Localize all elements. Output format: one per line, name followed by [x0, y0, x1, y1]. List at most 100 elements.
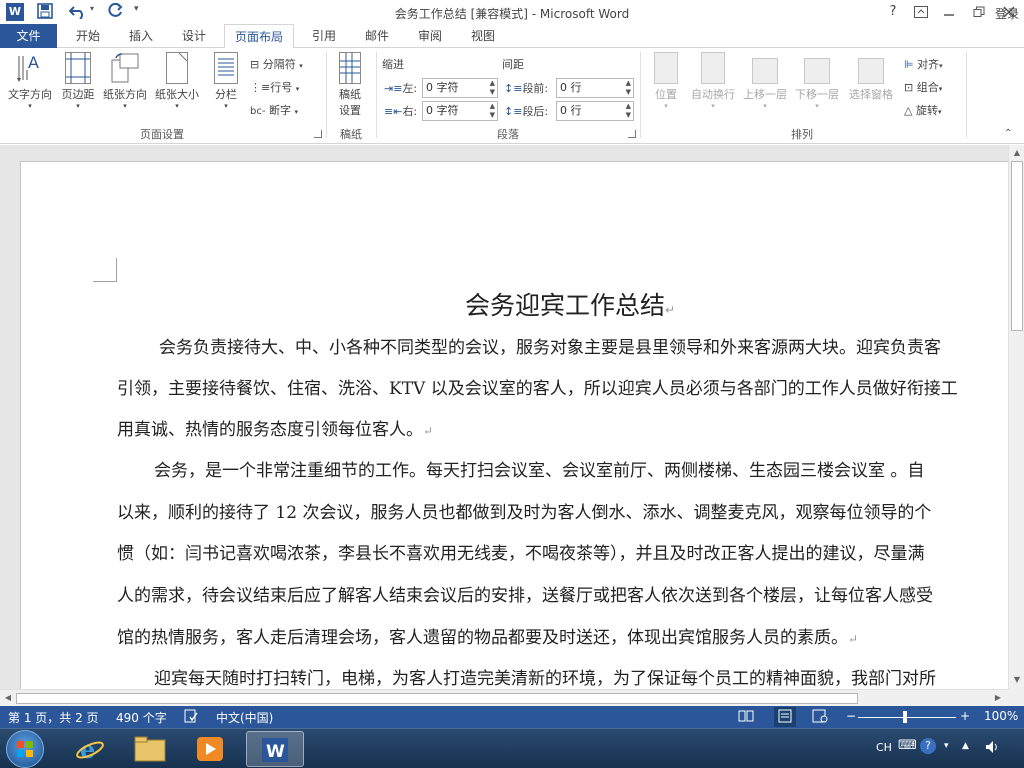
file-explorer-icon[interactable] — [122, 731, 178, 767]
minimize-icon[interactable] — [936, 2, 962, 22]
media-player-icon[interactable] — [182, 731, 238, 767]
spinner-icon[interactable]: ▲ ▼ — [490, 102, 495, 120]
position-button[interactable]: 位置 ▾ — [646, 52, 686, 110]
send-backward-button[interactable]: 下移一层 ▾ — [792, 52, 842, 110]
spinner-icon[interactable]: ▲ ▼ — [626, 102, 631, 120]
document-line[interactable]: 用真诚、热情的服务态度引领每位客人。↵ — [117, 415, 433, 440]
margin-corner-mark — [93, 258, 117, 282]
restore-icon[interactable] — [966, 2, 992, 22]
selection-pane-button[interactable]: 选择窗格 — [846, 52, 896, 102]
document-line[interactable]: 迎宾每天随时打扫转门，电梯，为客人打造完美清新的环境，为了保证每个员工的精神面貌… — [154, 664, 936, 689]
web-layout-icon[interactable] — [812, 709, 828, 726]
hyphenation-button[interactable]: bc- 断字 ▾ — [250, 102, 298, 118]
page-size-icon — [166, 52, 188, 84]
tab-insert[interactable]: 插入 — [119, 24, 163, 48]
orientation-button[interactable]: 纸张方向 ▾ — [100, 52, 150, 110]
spacing-before-input[interactable]: 0 行 ▲ ▼ — [556, 78, 634, 98]
horizontal-scroll-thumb[interactable] — [16, 693, 858, 704]
selection-pane-label: 选择窗格 — [849, 88, 893, 101]
internet-explorer-icon[interactable]: e — [62, 731, 118, 767]
zoom-level[interactable]: 100% — [984, 709, 1018, 723]
scroll-up-icon[interactable]: ▲ — [1009, 145, 1024, 161]
document-line[interactable]: 会务，是一个非常注重细节的工作。每天打扫会议室、会议室前厅、两侧楼梯、生态园三楼… — [154, 456, 924, 481]
input-language[interactable]: CH — [876, 741, 892, 754]
align-button[interactable]: ⊫ 对齐▾ — [904, 56, 943, 72]
text-direction-button[interactable]: A 文字方向 ▾ — [4, 52, 56, 110]
indent-left-input[interactable]: 0 字符 ▲ ▼ — [422, 78, 498, 98]
bring-forward-button[interactable]: 上移一层 ▾ — [740, 52, 790, 110]
spinner-icon[interactable]: ▲ ▼ — [626, 79, 631, 97]
vertical-scrollbar[interactable]: ▲ ▼ — [1008, 145, 1024, 689]
group-label-page-setup: 页面设置 — [140, 128, 184, 141]
group-label-paragraph: 段落 — [497, 128, 519, 141]
text-direction-label: 文字方向 — [8, 88, 52, 101]
indent-right-input[interactable]: 0 字符 ▲ ▼ — [422, 101, 498, 121]
start-button-icon[interactable] — [6, 730, 44, 768]
tab-review[interactable]: 审阅 — [408, 24, 452, 48]
group-button[interactable]: ⊡ 组合▾ — [904, 79, 942, 95]
zoom-out-icon[interactable]: − — [846, 709, 856, 723]
columns-button[interactable]: 分栏 ▾ — [206, 52, 246, 110]
breaks-button[interactable]: ⊟ 分隔符 ▾ — [250, 56, 303, 72]
rotate-button[interactable]: △ 旋转▾ — [904, 102, 941, 118]
tab-home[interactable]: 开始 — [66, 24, 110, 48]
line-numbers-button[interactable]: ⋮≡行号 ▾ — [250, 79, 299, 95]
paragraph-mark-icon: ↵ — [423, 424, 434, 438]
tab-view[interactable]: 视图 — [461, 24, 505, 48]
tab-file[interactable]: 文件 — [0, 24, 57, 48]
read-mode-icon[interactable] — [738, 709, 754, 726]
indent-right-label: ≡⇤右: — [384, 105, 418, 118]
document-line[interactable]: 惯（如：闫书记喜欢喝浓茶，李县长不喜欢用无线麦，不喝夜茶等），并且及时改正客人提… — [117, 539, 925, 564]
dialog-launcher-icon[interactable] — [314, 130, 322, 138]
ribbon: A 文字方向 ▾ 页边距 ▾ 纸张方向 ▾ 纸张大小 ▾ 分栏 ▾ ⊟ 分隔符 … — [0, 48, 1024, 144]
document-line[interactable]: 引领，主要接待餐饮、住宿、洗浴、KTV 以及会议室的客人，所以迎宾人员必须与各部… — [117, 374, 958, 399]
document-line[interactable]: 以来，顺利的接待了 12 次会议，服务人员也都做到及时为客人倒水、添水、调整麦克… — [117, 498, 931, 523]
columns-icon — [214, 52, 238, 84]
wrap-text-icon — [701, 52, 725, 84]
document-line[interactable]: 人的需求，待会议结束后应了解客人结束会议后的安排，送餐厅或把客人依次送到各个楼层… — [117, 581, 933, 606]
chevron-down-icon: ▾ — [175, 102, 179, 110]
help-tray-icon[interactable]: ? — [920, 738, 936, 754]
word-taskbar-button[interactable]: W — [246, 731, 304, 767]
help-button[interactable]: ? — [880, 2, 906, 22]
zoom-slider-thumb[interactable] — [903, 711, 907, 723]
zoom-slider[interactable] — [858, 717, 956, 718]
margins-button[interactable]: 页边距 ▾ — [58, 52, 98, 110]
volume-icon[interactable] — [984, 739, 1000, 758]
bring-forward-icon — [752, 58, 778, 84]
size-button[interactable]: 纸张大小 ▾ — [152, 52, 202, 110]
wrap-text-button[interactable]: 自动换行 ▾ — [688, 52, 738, 110]
spinner-icon[interactable]: ▲ ▼ — [490, 79, 495, 97]
group-label-draft: 稿纸 — [340, 128, 362, 141]
dialog-launcher-icon[interactable] — [628, 130, 636, 138]
signin-link[interactable]: 登录 — [990, 2, 1024, 26]
document-title[interactable]: 会务迎宾工作总结↵ — [465, 286, 675, 322]
document-line[interactable]: 馆的热情服务，客人走后清理会场，客人遗留的物品都要及时送还，体现出宾馆服务人员的… — [117, 623, 858, 648]
taskbar: e W CH ⌨ ? ▾ ▲ — [0, 728, 1024, 768]
scroll-down-icon[interactable]: ▼ — [1009, 672, 1024, 688]
tab-mailings[interactable]: 邮件 — [355, 24, 399, 48]
document-page[interactable]: 会务迎宾工作总结↵ 会务负责接待大、中、小各种不同类型的会议，服务对象主要是县里… — [20, 161, 1008, 689]
line-numbers-icon: ⋮≡ — [250, 81, 271, 94]
ime-settings-icon[interactable]: ▾ — [944, 741, 949, 751]
tab-design[interactable]: 设计 — [172, 24, 216, 48]
show-hidden-icons[interactable]: ▲ — [962, 741, 969, 751]
draft-settings-button[interactable]: 稿纸 设置 — [330, 52, 370, 118]
proofing-icon[interactable] — [184, 709, 198, 726]
language[interactable]: 中文(中国) — [216, 709, 273, 726]
collapse-ribbon-icon[interactable]: ⌃ — [1004, 128, 1012, 139]
scroll-right-icon[interactable]: ▶ — [990, 690, 1006, 706]
tab-page-layout[interactable]: 页面布局 — [224, 24, 294, 49]
spacing-after-input[interactable]: 0 行 ▲ ▼ — [556, 101, 634, 121]
horizontal-scrollbar[interactable]: ◀ ▶ — [0, 689, 1008, 706]
scroll-left-icon[interactable]: ◀ — [0, 690, 16, 706]
zoom-in-icon[interactable]: + — [960, 709, 970, 723]
word-count[interactable]: 490 个字 — [116, 709, 167, 726]
vertical-scroll-thumb[interactable] — [1011, 161, 1023, 331]
tab-references[interactable]: 引用 — [302, 24, 346, 48]
ribbon-display-icon[interactable] — [908, 2, 934, 22]
keyboard-icon[interactable]: ⌨ — [898, 738, 917, 753]
page-count[interactable]: 第 1 页，共 2 页 — [8, 709, 99, 726]
document-line[interactable]: 会务负责接待大、中、小各种不同类型的会议，服务对象主要是县里领导和外来客源两大块… — [159, 333, 941, 358]
print-layout-icon[interactable] — [774, 707, 796, 727]
